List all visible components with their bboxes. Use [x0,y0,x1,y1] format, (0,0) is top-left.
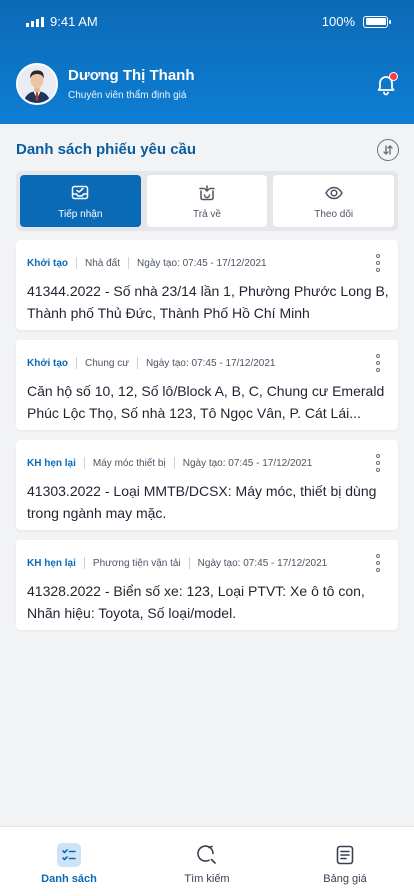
card-meta: KH hẹn lại Máy móc thiết bị Ngày tạo: 07… [27,457,312,469]
nav-label: Bảng giá [323,873,367,885]
document-icon [333,843,357,867]
return-box-icon [199,184,215,200]
more-options-icon[interactable] [375,354,381,372]
tab-label: Theo dõi [314,208,354,220]
notification-badge [389,72,398,81]
request-description: 41328.2022 - Biển số xe: 123, Loại PTVT:… [27,583,365,621]
search-icon [195,843,219,867]
created-date: Ngày tạo: 07:45 - 17/12/2021 [137,257,267,269]
nav-label: Danh sách [41,873,97,885]
status-badge: KH hẹn lại [27,557,76,569]
category-label: Phương tiện vận tải [92,557,181,569]
tab-tiep-nhan[interactable]: Tiếp nhận [20,175,141,227]
category-label: Chung cư [85,357,129,369]
created-date: Ngày tạo: 07:45 - 17/12/2021 [145,357,276,369]
sort-button[interactable] [377,139,399,161]
tab-label: Tiếp nhận [58,208,103,220]
request-card[interactable]: Khởi tạo Nhà đất Ngày tạo: 07:45 - 17/12… [16,240,398,330]
status-badge: KH hẹn lại [27,457,76,469]
more-options-icon[interactable] [375,254,381,272]
more-options-icon[interactable] [375,454,381,472]
signal-icon [26,16,44,27]
checklist-icon [57,843,81,867]
card-meta: Khởi tạo Chung cư Ngày tạo: 07:45 - 17/1… [27,357,276,369]
inbox-check-icon [72,185,89,199]
request-description: 41344.2022 - Số nhà 23/14 lần 1, Phường … [27,283,389,321]
tab-tra-ve[interactable]: Trả về [146,175,268,227]
user-role: Chuyên viên thẩm định giá [68,90,187,101]
nav-label: Tìm kiếm [184,873,230,885]
status-badge: Khởi tạo [27,257,68,269]
battery-icon [363,15,391,28]
status-time: 9:41 AM [50,14,98,29]
tab-label: Trả về [193,208,221,220]
request-card[interactable]: KH hẹn lại Máy móc thiết bị Ngày tạo: 07… [16,440,398,530]
category-label: Máy móc thiết bị [92,457,166,469]
created-date: Ngày tạo: 07:45 - 17/12/2021 [197,557,328,569]
page-title: Danh sách phiếu yêu cầu [16,141,197,158]
bottom-nav: Danh sách Tìm kiếm Bảng giá [0,826,414,896]
tab-bar: Tiếp nhận Trả về Theo dõi [16,171,398,231]
status-badge: Khởi tạo [27,357,68,369]
request-card[interactable]: Khởi tạo Chung cư Ngày tạo: 07:45 - 17/1… [16,340,398,430]
more-options-icon[interactable] [375,554,381,572]
main-content: Danh sách phiếu yêu cầu Tiếp nhận Trả về [0,124,414,826]
avatar[interactable] [16,63,58,105]
request-description: 41303.2022 - Loại MMTB/DCSX: Máy móc, th… [27,483,377,521]
card-meta: KH hẹn lại Phương tiện vận tải Ngày tạo:… [27,557,327,569]
eye-icon [324,186,343,199]
request-description: Căn hộ số 10, 12, Số lô/Block A, B, C, C… [27,383,385,421]
status-bar: 9:41 AM 100% [0,0,414,42]
battery-percent: 100% [321,14,355,29]
user-name: Dương Thị Thanh [68,67,195,84]
created-date: Ngày tạo: 07:45 - 17/12/2021 [182,457,313,469]
tab-theo-doi[interactable]: Theo dõi [273,175,395,227]
nav-danh-sach[interactable]: Danh sách [0,827,138,896]
app-header: 9:41 AM 100% Dương Thị Thanh Chuyên viên… [0,0,414,124]
card-meta: Khởi tạo Nhà đất Ngày tạo: 07:45 - 17/12… [27,257,267,269]
request-card[interactable]: KH hẹn lại Phương tiện vận tải Ngày tạo:… [16,540,398,630]
category-label: Nhà đất [85,257,121,269]
nav-tim-kiem[interactable]: Tìm kiếm [138,827,276,896]
nav-bang-gia[interactable]: Bảng giá [276,827,414,896]
sort-icon [383,145,393,155]
